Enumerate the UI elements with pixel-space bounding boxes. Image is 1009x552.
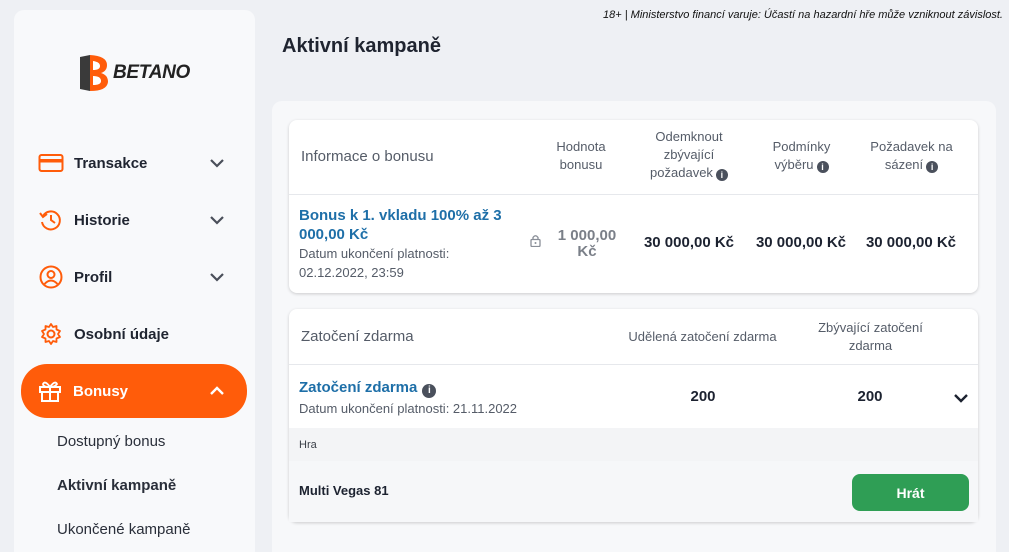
gear-icon [41, 323, 61, 345]
wager-requirement-value: 30 000,00 Kč [865, 234, 957, 251]
card-icon [38, 154, 64, 172]
lock-icon [530, 235, 541, 247]
chevron-down-icon [210, 159, 224, 168]
chevron-up-icon [210, 386, 224, 395]
nav-item-label: Osobní údaje [74, 325, 170, 343]
nav-item-label: Transakce [74, 154, 148, 172]
nav-item-label: Bonusy [73, 382, 129, 400]
info-icon[interactable]: i [926, 161, 939, 173]
header-remaining-spins: Zbývající zatočení zdarma [818, 320, 923, 353]
game-label-strip: Hra [289, 428, 978, 461]
bonus-card: Informace o bonusu Hodnota bonusu Odemkn… [289, 120, 978, 293]
gift-icon [39, 381, 61, 402]
granted-spins-value: 200 [690, 388, 716, 405]
nav-item-label: Profil [74, 268, 113, 286]
bonus-value: 1 000,00 Kč [557, 227, 617, 260]
play-button[interactable]: Hrát [852, 474, 969, 511]
info-icon[interactable]: i [715, 169, 728, 181]
header-free-spins: Zatočení zdarma [301, 328, 414, 345]
info-icon[interactable]: i [816, 161, 829, 173]
brand-name: BETANO [113, 62, 191, 83]
betano-logo-icon [80, 55, 108, 91]
chevron-down-icon [210, 216, 224, 225]
gambling-disclaimer: 18+ | Ministerstvo financí varuje: Účast… [603, 9, 1003, 21]
withdraw-conditions-value: 30 000,00 Kč [755, 234, 847, 251]
betano-logo[interactable]: BETANO [76, 54, 190, 92]
bonus-name-link[interactable]: Bonus k 1. vkladu 100% až 3 000,00 Kč [299, 206, 514, 244]
header-unlock-remaining: Odemknout zbývající požadavek i [629, 128, 749, 182]
nav-item-osobni-udaje[interactable]: Osobní údaje [22, 309, 247, 359]
page-title: Aktivní kampaně [282, 35, 441, 57]
header-wager-requirement: Požadavek na sázení i [870, 139, 953, 173]
remaining-spins-value: 200 [857, 388, 883, 405]
history-icon [39, 210, 61, 231]
user-icon [39, 265, 63, 289]
game-label: Hra [299, 439, 317, 451]
nav-item-historie[interactable]: Historie [22, 195, 247, 245]
subnav-aktivni-kampane[interactable]: Aktivní kampaně [57, 477, 176, 494]
nav-item-label: Historie [74, 211, 130, 229]
bonus-table-header: Informace o bonusu Hodnota bonusu Odemkn… [289, 120, 978, 195]
info-icon[interactable]: i [422, 384, 437, 398]
nav-item-profil[interactable]: Profil [22, 252, 247, 302]
sidebar: BETANO Transakce Historie Profil Osobní … [14, 10, 255, 552]
header-bonus-value: Hodnota bonusu [556, 139, 606, 172]
spins-table-header: Zatočení zdarma Udělená zatočení zdarma … [289, 309, 978, 365]
subnav-dostupny-bonus[interactable]: Dostupný bonus [57, 433, 165, 450]
chevron-down-icon [210, 273, 224, 282]
nav-item-transakce[interactable]: Transakce [22, 138, 247, 188]
unlock-remaining-value: 30 000,00 Kč [643, 234, 735, 251]
header-bonus-info: Informace o bonusu [301, 148, 434, 165]
bonus-expiry: Datum ukončení platnosti: 02.12.2022, 23… [299, 246, 450, 280]
spins-expiry: Datum ukončení platnosti: 21.11.2022 [299, 401, 518, 416]
subnav-ukoncene-kampane[interactable]: Ukončené kampaně [57, 521, 190, 538]
free-spins-link[interactable]: Zatočení zdarma i [299, 378, 437, 398]
header-withdraw-conditions: Podmínky výběru i [772, 139, 831, 173]
game-name: Multi Vegas 81 [299, 483, 389, 498]
free-spins-card: Zatočení zdarma Udělená zatočení zdarma … [289, 309, 978, 522]
chevron-down-icon[interactable] [953, 392, 969, 404]
header-granted-spins: Udělená zatočení zdarma [628, 329, 777, 344]
nav-item-bonusy[interactable]: Bonusy [21, 364, 247, 418]
